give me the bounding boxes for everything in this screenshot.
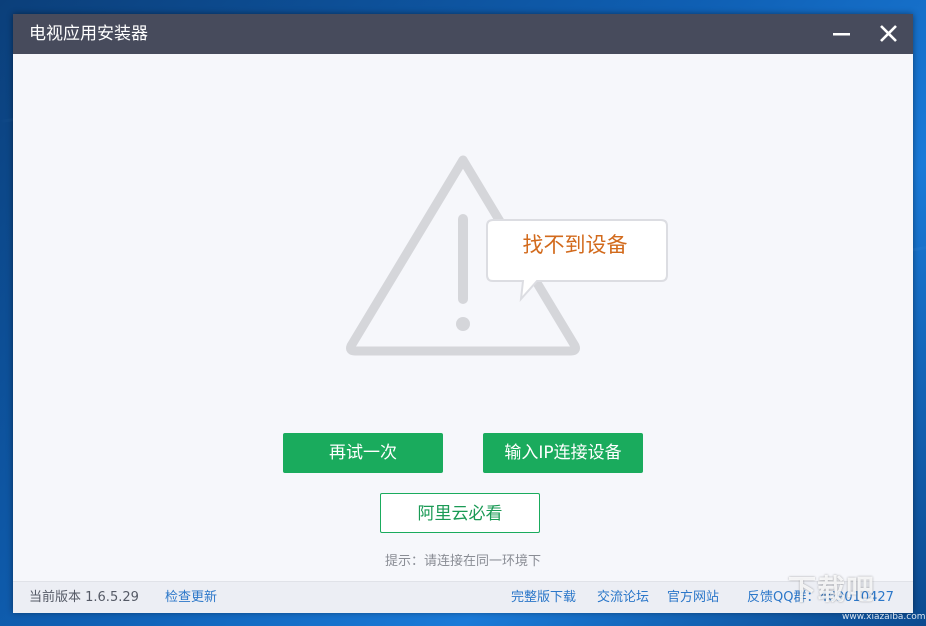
qq-group-label: 反馈QQ群：469010427 [747,590,894,605]
forum-link[interactable]: 交流论坛 [597,590,649,606]
close-button[interactable] [875,20,903,48]
check-update-link[interactable]: 检查更新 [165,590,217,606]
full-download-link[interactable]: 完整版下载 [511,590,576,606]
retry-button[interactable]: 再试一次 [283,433,443,473]
official-site-link[interactable]: 官方网站 [667,590,719,606]
minimize-button[interactable] [827,20,855,48]
status-bar: 当前版本 1.6.5.29 检查更新 完整版下载 交流论坛 官方网站 反馈QQ群… [13,581,913,613]
status-message: 找不到设备 [522,233,628,257]
aliyun-guide-button[interactable]: 阿里云必看 [380,493,540,533]
watermark-url: www.xiazaiba.com [842,612,926,622]
version-label: 当前版本 1.6.5.29 [29,590,139,605]
main-content: 找不到设备 再试一次 输入IP连接设备 阿里云必看 提示：请连接在同一环境下 [13,54,913,581]
title-bar[interactable]: 电视应用安装器 [13,14,913,54]
app-window: 电视应用安装器 找不到设备 再试一次 输入IP连接设备 阿里云必看 提示：请连接… [13,14,913,613]
ip-connect-button[interactable]: 输入IP连接设备 [483,433,643,473]
hint-text: 提示：请连接在同一环境下 [384,554,541,569]
window-title: 电视应用安装器 [29,24,148,44]
minimize-icon [833,33,850,36]
close-icon [880,25,897,42]
